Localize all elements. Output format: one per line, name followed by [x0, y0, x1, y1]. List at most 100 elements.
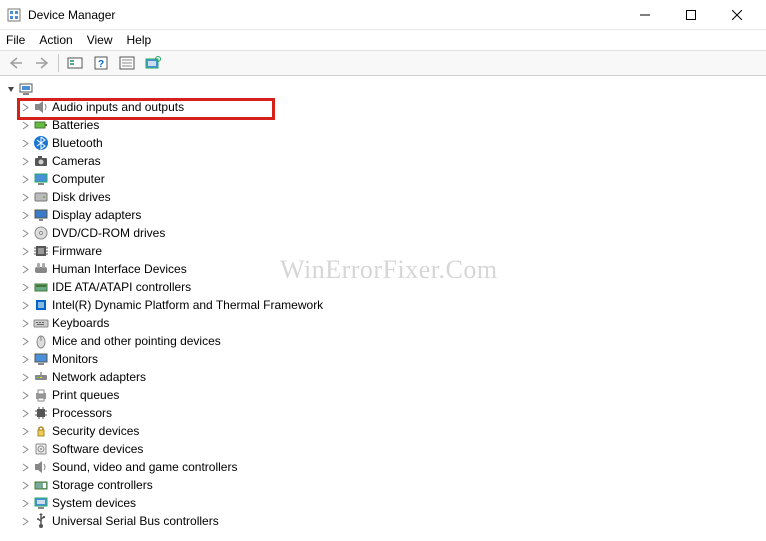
category-label: Firmware [52, 244, 102, 258]
tree-category[interactable]: Audio inputs and outputs [2, 98, 766, 116]
software-icon [32, 441, 50, 457]
tree-category[interactable]: Bluetooth [2, 134, 766, 152]
category-label: Keyboards [52, 316, 109, 330]
category-label: Security devices [52, 424, 139, 438]
chevron-right-icon[interactable] [18, 478, 32, 492]
scan-button[interactable] [141, 52, 165, 74]
tree-category[interactable]: Display adapters [2, 206, 766, 224]
tree-category[interactable]: Disk drives [2, 188, 766, 206]
category-label: Cameras [52, 154, 101, 168]
chevron-right-icon[interactable] [18, 262, 32, 276]
chevron-right-icon[interactable] [18, 298, 32, 312]
close-button[interactable] [714, 0, 760, 30]
ide-icon [32, 279, 50, 295]
tree-category[interactable]: Intel(R) Dynamic Platform and Thermal Fr… [2, 296, 766, 314]
chevron-right-icon[interactable] [18, 244, 32, 258]
tree-category[interactable]: System devices [2, 494, 766, 512]
security-icon [32, 423, 50, 439]
tree-category[interactable]: Universal Serial Bus controllers [2, 512, 766, 530]
tree-category[interactable]: Firmware [2, 242, 766, 260]
chevron-right-icon[interactable] [18, 406, 32, 420]
tree-category[interactable]: Security devices [2, 422, 766, 440]
tree-category[interactable]: Batteries [2, 116, 766, 134]
help-button[interactable]: ? [89, 52, 113, 74]
minimize-button[interactable] [622, 0, 668, 30]
tree-category[interactable]: Print queues [2, 386, 766, 404]
monitor-icon [32, 351, 50, 367]
chevron-right-icon[interactable] [18, 388, 32, 402]
tree-category[interactable]: Computer [2, 170, 766, 188]
tree-category[interactable]: IDE ATA/ATAPI controllers [2, 278, 766, 296]
menu-view[interactable]: View [87, 33, 113, 47]
tree-category[interactable]: Network adapters [2, 368, 766, 386]
category-label: Bluetooth [52, 136, 103, 150]
tree-category[interactable]: DVD/CD-ROM drives [2, 224, 766, 242]
chevron-right-icon[interactable] [18, 190, 32, 204]
chevron-right-icon[interactable] [18, 334, 32, 348]
toolbar-separator [58, 54, 59, 72]
chevron-right-icon[interactable] [18, 154, 32, 168]
tree-category[interactable]: Software devices [2, 440, 766, 458]
menu-file[interactable]: File [6, 33, 25, 47]
computer-icon [32, 171, 50, 187]
chevron-right-icon[interactable] [18, 352, 32, 366]
category-label: Mice and other pointing devices [52, 334, 221, 348]
camera-icon [32, 153, 50, 169]
category-label: IDE ATA/ATAPI controllers [52, 280, 191, 294]
chevron-right-icon[interactable] [18, 514, 32, 528]
chevron-right-icon[interactable] [18, 442, 32, 456]
cpu-icon [32, 405, 50, 421]
chevron-right-icon[interactable] [18, 208, 32, 222]
chevron-right-icon[interactable] [18, 370, 32, 384]
forward-button[interactable] [30, 52, 54, 74]
menu-help[interactable]: Help [127, 33, 152, 47]
chevron-right-icon[interactable] [18, 460, 32, 474]
maximize-button[interactable] [668, 0, 714, 30]
chevron-right-icon[interactable] [18, 100, 32, 114]
sound-icon [32, 459, 50, 475]
system-icon [32, 495, 50, 511]
category-label: Universal Serial Bus controllers [52, 514, 219, 528]
tree-category[interactable]: Storage controllers [2, 476, 766, 494]
chevron-right-icon[interactable] [18, 226, 32, 240]
chevron-right-icon[interactable] [18, 172, 32, 186]
tree-category[interactable]: Mice and other pointing devices [2, 332, 766, 350]
category-label: Processors [52, 406, 112, 420]
category-label: Display adapters [52, 208, 141, 222]
category-label: Computer [52, 172, 105, 186]
category-label: System devices [52, 496, 136, 510]
usb-icon [32, 513, 50, 529]
chevron-right-icon[interactable] [18, 136, 32, 150]
tree-category[interactable]: Processors [2, 404, 766, 422]
chevron-right-icon[interactable] [18, 280, 32, 294]
category-label: Human Interface Devices [52, 262, 187, 276]
chevron-right-icon[interactable] [18, 316, 32, 330]
chevron-down-icon[interactable] [4, 82, 18, 96]
tree-category[interactable]: Cameras [2, 152, 766, 170]
window-title: Device Manager [28, 8, 115, 22]
firmware-icon [32, 243, 50, 259]
tree-category[interactable]: Human Interface Devices [2, 260, 766, 278]
menu-action[interactable]: Action [39, 33, 72, 47]
tree-category[interactable]: Monitors [2, 350, 766, 368]
properties-button[interactable] [115, 52, 139, 74]
category-label: DVD/CD-ROM drives [52, 226, 165, 240]
network-icon [32, 369, 50, 385]
device-tree[interactable]: Audio inputs and outputs Batteries Bluetoo… [0, 76, 766, 541]
category-label: Monitors [52, 352, 98, 366]
tree-root[interactable] [2, 80, 766, 98]
chevron-right-icon[interactable] [18, 424, 32, 438]
tree-category[interactable]: Sound, video and game controllers [2, 458, 766, 476]
back-button[interactable] [4, 52, 28, 74]
svg-text:?: ? [98, 59, 104, 70]
chevron-right-icon[interactable] [18, 118, 32, 132]
category-label: Disk drives [52, 190, 111, 204]
chevron-right-icon[interactable] [18, 496, 32, 510]
app-icon [6, 7, 22, 23]
tree-category[interactable]: Keyboards [2, 314, 766, 332]
storage-icon [32, 477, 50, 493]
dvd-icon [32, 225, 50, 241]
category-label: Audio inputs and outputs [52, 100, 184, 114]
menubar: File Action View Help [0, 30, 766, 50]
show-hidden-button[interactable] [63, 52, 87, 74]
